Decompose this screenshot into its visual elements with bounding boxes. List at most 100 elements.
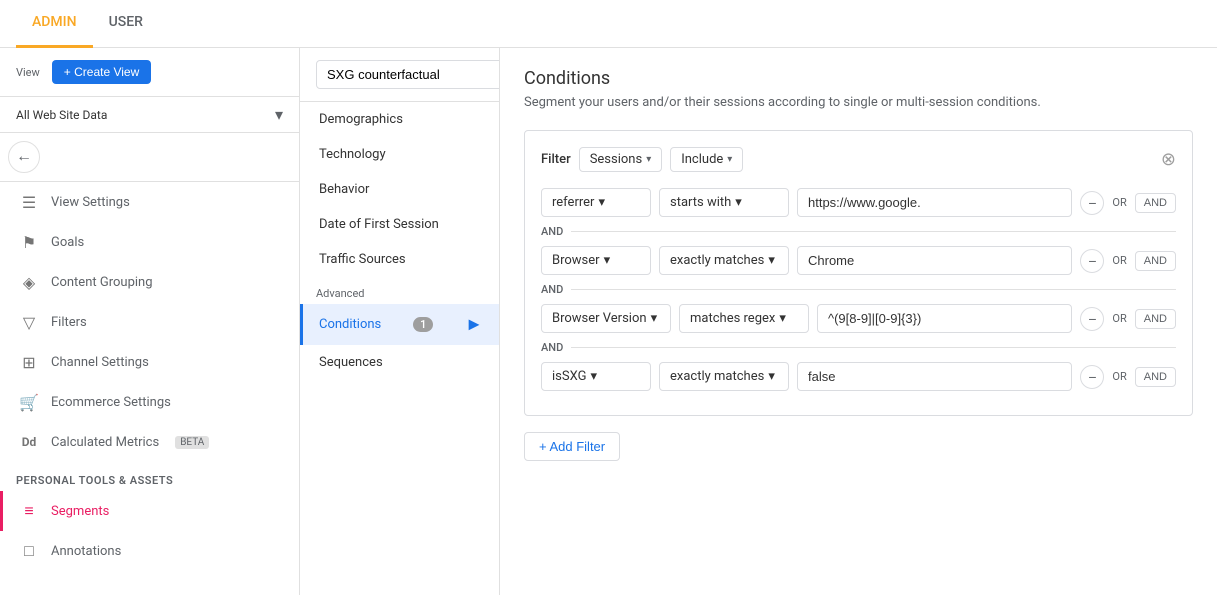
field-select-4[interactable]: isSXG ▾ (541, 362, 651, 391)
filter-row-3: Browser Version ▾ matches regex ▾ − OR A… (541, 304, 1176, 333)
view-settings-icon: ☰ (19, 192, 39, 212)
value-input-4[interactable] (797, 362, 1072, 391)
segment-menu-behavior[interactable]: Behavior (300, 172, 499, 207)
middle-panel: Save Cancel Demographics Technology Beha… (300, 48, 500, 595)
conditions-label: Conditions (319, 317, 381, 332)
operator-select-3[interactable]: matches regex ▾ (679, 304, 809, 333)
and-btn-1[interactable]: AND (1135, 193, 1176, 213)
beta-badge: BETA (175, 436, 209, 449)
add-filter-button[interactable]: + Add Filter (524, 432, 620, 461)
filter-box: Filter Sessions ▾ Include ▾ ⊗ referrer ▾ (524, 130, 1193, 416)
create-view-button[interactable]: + Create View (52, 60, 152, 84)
field-arrow-icon-2: ▾ (604, 253, 611, 268)
field-select-1[interactable]: referrer ▾ (541, 188, 651, 217)
sidebar-item-label: Ecommerce Settings (51, 395, 171, 410)
field-value-1: referrer (552, 195, 594, 210)
filter-header: Filter Sessions ▾ Include ▾ ⊗ (541, 147, 1176, 172)
value-input-2[interactable] (797, 246, 1072, 275)
segment-menu-technology[interactable]: Technology (300, 137, 499, 172)
filter-name-input[interactable] (316, 60, 500, 89)
channel-settings-icon: ⊞ (19, 352, 39, 372)
filter-label: Filter (541, 152, 571, 167)
field-value-3: Browser Version (552, 311, 647, 326)
value-input-1[interactable] (797, 188, 1072, 217)
segment-menu-date-first-session[interactable]: Date of First Session (300, 207, 499, 242)
include-type-dropdown[interactable]: Include ▾ (670, 147, 743, 172)
content-grouping-icon: ◈ (19, 272, 39, 292)
view-selector[interactable]: All Web Site Data ▾ (0, 97, 299, 133)
operator-arrow-icon-4: ▾ (768, 369, 775, 384)
value-input-3[interactable] (817, 304, 1072, 333)
sidebar-item-label: Channel Settings (51, 355, 149, 370)
sidebar-item-segments[interactable]: ≡ Segments (0, 491, 299, 531)
field-select-3[interactable]: Browser Version ▾ (541, 304, 671, 333)
remove-filter-btn-4[interactable]: − (1080, 365, 1104, 389)
remove-filter-btn-1[interactable]: − (1080, 191, 1104, 215)
filter-actions-1: − OR AND (1080, 191, 1176, 215)
filter-actions-3: − OR AND (1080, 307, 1176, 331)
back-arrow-icon: ← (16, 148, 32, 166)
operator-select-2[interactable]: exactly matches ▾ (659, 246, 789, 275)
left-sidebar: View + Create View All Web Site Data ▾ ←… (0, 48, 300, 595)
view-selector-text: All Web Site Data (16, 108, 271, 122)
filters-icon: ▽ (19, 312, 39, 332)
conditions-subtitle: Segment your users and/or their sessions… (524, 95, 1193, 110)
or-label-3: OR (1108, 312, 1130, 325)
filter-close-button[interactable]: ⊗ (1161, 149, 1176, 170)
conditions-title: Conditions (524, 68, 1193, 89)
field-select-2[interactable]: Browser ▾ (541, 246, 651, 275)
calculated-metrics-icon: Dd (19, 432, 39, 452)
back-button[interactable]: ← (8, 141, 40, 173)
or-label-1: OR (1108, 196, 1130, 209)
view-selector-arrow-icon: ▾ (275, 105, 283, 124)
field-arrow-icon-1: ▾ (598, 195, 605, 210)
tab-admin[interactable]: ADMIN (16, 0, 93, 48)
and-btn-2[interactable]: AND (1135, 251, 1176, 271)
operator-arrow-icon-1: ▾ (735, 195, 742, 210)
remove-filter-btn-3[interactable]: − (1080, 307, 1104, 331)
sidebar-item-goals[interactable]: ⚑ Goals (0, 222, 299, 262)
segment-menu-conditions[interactable]: Conditions 1 ► (300, 304, 499, 345)
back-btn-row: ← (0, 133, 299, 182)
operator-select-1[interactable]: starts with ▾ (659, 188, 789, 217)
view-section: View + Create View (0, 48, 299, 97)
sidebar-item-view-settings[interactable]: ☰ View Settings (0, 182, 299, 222)
or-label-4: OR (1108, 370, 1130, 383)
goals-icon: ⚑ (19, 232, 39, 252)
include-type-arrow-icon: ▾ (727, 154, 732, 165)
and-btn-3[interactable]: AND (1135, 309, 1176, 329)
annotations-icon: □ (19, 541, 39, 561)
operator-select-4[interactable]: exactly matches ▾ (659, 362, 789, 391)
sidebar-item-ecommerce-settings[interactable]: 🛒 Ecommerce Settings (0, 382, 299, 422)
filter-actions-2: − OR AND (1080, 249, 1176, 273)
filter-row-4: isSXG ▾ exactly matches ▾ − OR AND (541, 362, 1176, 391)
sidebar-item-label: Filters (51, 315, 87, 330)
operator-arrow-icon-2: ▾ (768, 253, 775, 268)
sidebar-item-label: View Settings (51, 195, 130, 210)
sidebar-item-label: Segments (51, 504, 109, 519)
sidebar-item-calculated-metrics[interactable]: Dd Calculated Metrics BETA (0, 422, 299, 462)
field-arrow-icon-3: ▾ (651, 311, 658, 326)
include-type-value: Include (681, 152, 723, 167)
filter-name-bar: Save Cancel (300, 48, 499, 102)
session-type-dropdown[interactable]: Sessions ▾ (579, 147, 663, 172)
view-label: View (16, 66, 40, 79)
top-nav: ADMIN USER (0, 0, 1217, 48)
and-btn-4[interactable]: AND (1135, 367, 1176, 387)
remove-filter-btn-2[interactable]: − (1080, 249, 1104, 273)
filter-row-2: Browser ▾ exactly matches ▾ − OR AND (541, 246, 1176, 275)
segment-menu-sequences[interactable]: Sequences (300, 345, 499, 380)
field-arrow-icon-4: ▾ (590, 369, 597, 384)
main-content: Conditions Segment your users and/or the… (500, 48, 1217, 595)
segment-menu-demographics[interactable]: Demographics (300, 102, 499, 137)
conditions-arrow-icon: ► (465, 314, 483, 335)
operator-value-3: matches regex (690, 311, 775, 326)
segment-menu-traffic-sources[interactable]: Traffic Sources (300, 242, 499, 277)
sidebar-item-channel-settings[interactable]: ⊞ Channel Settings (0, 342, 299, 382)
sidebar-item-annotations[interactable]: □ Annotations (0, 531, 299, 571)
sidebar-item-content-grouping[interactable]: ◈ Content Grouping (0, 262, 299, 302)
sidebar-item-label: Annotations (51, 544, 121, 559)
sidebar-item-filters[interactable]: ▽ Filters (0, 302, 299, 342)
ecommerce-settings-icon: 🛒 (19, 392, 39, 412)
tab-user[interactable]: USER (93, 0, 159, 48)
